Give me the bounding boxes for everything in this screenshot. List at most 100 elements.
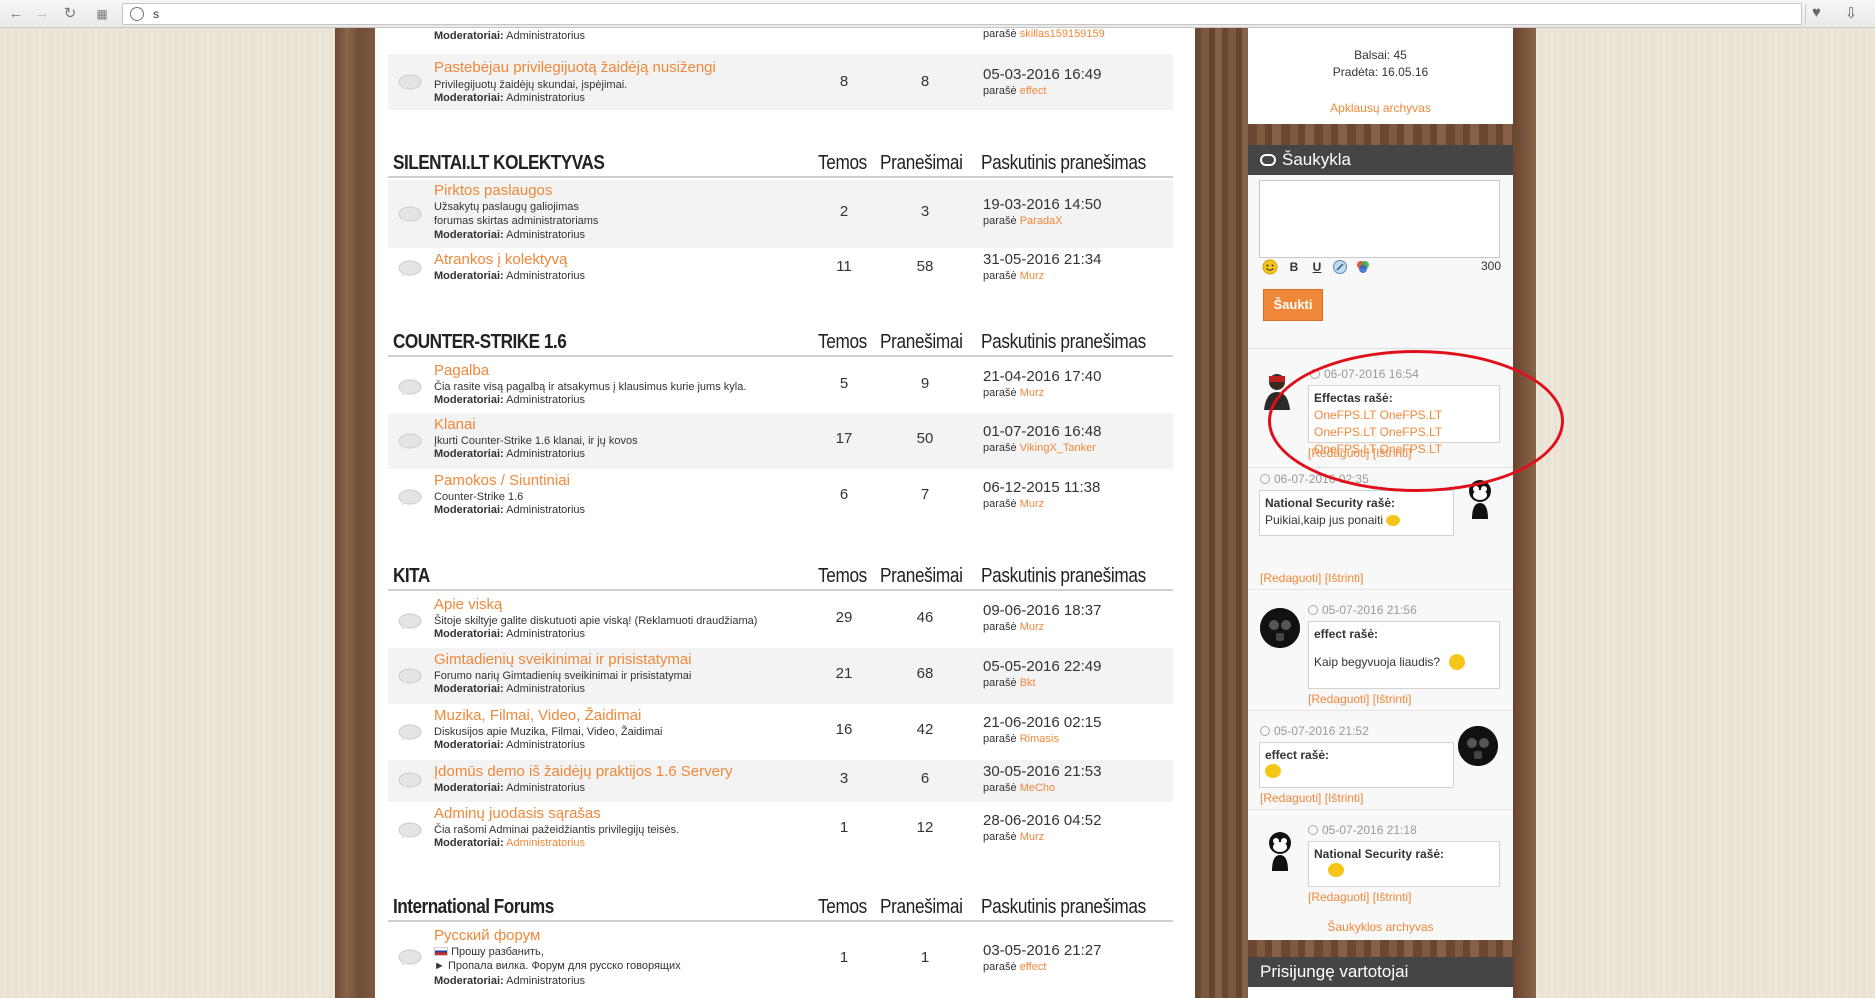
last-post-author: parašė skillas159159159 bbox=[983, 28, 1105, 40]
category-title: COUNTER-STRIKE 1.6 bbox=[393, 331, 567, 353]
last-post-author: parašė Murz bbox=[983, 498, 1045, 510]
topics-count: 3 bbox=[839, 770, 849, 787]
wood-border-middle bbox=[1195, 28, 1248, 998]
forum-row: Pirktos paslaugos Užsakytų paslaugų gali… bbox=[388, 180, 1173, 248]
col-last-post-header: Paskutinis pranešimas bbox=[981, 565, 1146, 587]
forum-title-link[interactable]: Русский форум bbox=[434, 927, 540, 944]
category-title: International Forums bbox=[393, 896, 554, 918]
bookmark-heart-icon[interactable]: ♥ bbox=[1805, 4, 1827, 24]
last-post-author: parašė MeCho bbox=[983, 782, 1056, 794]
wood-border-left bbox=[335, 28, 375, 998]
last-post-date: 19-03-2016 14:50 bbox=[983, 196, 1102, 213]
forum-moderators: Moderatoriai: Administratorius bbox=[434, 782, 585, 794]
topics-count: 2 bbox=[839, 203, 849, 220]
poll-box: Balsai: 45 Pradėta: 16.05.16 Apklausų ar… bbox=[1248, 28, 1513, 124]
last-post-author: parašė Murz bbox=[983, 621, 1045, 633]
topics-count: 29 bbox=[835, 609, 853, 626]
browser-toolbar: ← → ↻ ▦ s ♥ ⇩ bbox=[0, 0, 1875, 28]
forum-title-link[interactable]: Pamokos / Siuntiniai bbox=[434, 472, 570, 489]
color-picker-icon[interactable] bbox=[1355, 259, 1371, 275]
last-post-date: 09-06-2016 18:37 bbox=[983, 602, 1102, 619]
topics-count: 17 bbox=[835, 430, 853, 447]
forum-moderators: Moderatoriai: Administratorius bbox=[434, 504, 585, 516]
col-last-post-header: Paskutinis pranešimas bbox=[981, 331, 1146, 353]
divider bbox=[1248, 348, 1513, 349]
topics-count: 6 bbox=[839, 486, 849, 503]
col-topics-header: Temos bbox=[818, 565, 867, 587]
forum-row: Klanai Įkurti Counter-Strike 1.6 klanai,… bbox=[388, 413, 1173, 469]
category-title: KITA bbox=[393, 565, 430, 587]
forum-row: Apie viską Šitoje skiltyje galite diskut… bbox=[388, 593, 1173, 647]
col-posts-header: Pranešimai bbox=[880, 331, 963, 353]
download-icon[interactable]: ⇩ bbox=[1840, 4, 1862, 24]
underline-button[interactable]: U bbox=[1309, 259, 1325, 275]
shout-submit-button[interactable]: Šaukti bbox=[1263, 289, 1323, 321]
divider bbox=[1248, 809, 1513, 810]
forum-title-link[interactable]: Įdomūs demo iš žaidėjų praktijos 1.6 Ser… bbox=[434, 763, 732, 780]
category-header: KITA Temos Pranešimai Paskutinis praneši… bbox=[388, 557, 1173, 591]
shout-message: National Security rašė: bbox=[1308, 841, 1500, 887]
col-last-post-header: Paskutinis pranešimas bbox=[981, 896, 1146, 918]
forum-description: Counter-Strike 1.6 bbox=[434, 491, 524, 503]
forum-row: Įdomūs demo iš žaidėjų praktijos 1.6 Ser… bbox=[388, 760, 1173, 802]
forum-description: Užsakytų paslaugų galiojimas bbox=[434, 201, 579, 213]
forward-icon[interactable]: → bbox=[32, 4, 52, 24]
globe-icon bbox=[130, 7, 144, 21]
shout-archive-link[interactable]: Šaukyklos archyvas bbox=[1248, 920, 1513, 934]
forum-bubble-icon bbox=[398, 949, 422, 966]
forum-title-link[interactable]: Pirktos paslaugos bbox=[434, 182, 552, 199]
smiley-icon[interactable] bbox=[1262, 259, 1278, 275]
bold-button[interactable]: B bbox=[1286, 259, 1302, 275]
posts-count: 6 bbox=[920, 770, 930, 787]
poll-archive-link[interactable]: Apklausų archyvas bbox=[1248, 101, 1513, 115]
apps-icon[interactable]: ▦ bbox=[92, 4, 112, 24]
forum-title-link[interactable]: Apie viską bbox=[434, 596, 502, 613]
category-header: International Forums Temos Pranešimai Pa… bbox=[388, 888, 1173, 922]
forum-bubble-icon bbox=[398, 379, 422, 396]
address-bar[interactable]: s bbox=[122, 3, 1802, 25]
forum-title-link[interactable]: Gimtadienių sveikinimai ir prisistatymai bbox=[434, 651, 692, 668]
shout-date: 05-07-2016 21:52 bbox=[1260, 724, 1369, 738]
gasmask-avatar bbox=[1260, 608, 1300, 648]
last-post-date: 03-05-2016 21:27 bbox=[983, 942, 1102, 959]
last-post-author: parašė effect bbox=[983, 961, 1047, 973]
col-topics-header: Temos bbox=[818, 152, 867, 174]
topics-count: 21 bbox=[835, 665, 853, 682]
grin-emoji-icon bbox=[1386, 515, 1401, 526]
forum-description: Diskusijos apie Muzika, Filmai, Video, Ž… bbox=[434, 726, 663, 738]
forum-title-link[interactable]: Klanai bbox=[434, 416, 476, 433]
shout-message: effect rašė: bbox=[1259, 742, 1454, 788]
posts-count: 3 bbox=[920, 203, 930, 220]
last-post-author: parašė VikingX_Tanker bbox=[983, 442, 1096, 454]
last-post-author: parašė Murz bbox=[983, 387, 1045, 399]
posts-count: 50 bbox=[916, 430, 934, 447]
forum-bubble-icon bbox=[398, 772, 422, 789]
last-post-date: 05-03-2016 16:49 bbox=[983, 66, 1102, 83]
forum-description: Прошу разбанить, bbox=[434, 945, 544, 959]
col-topics-header: Temos bbox=[818, 331, 867, 353]
forum-row: Atrankos į kolektyvą Moderatoriai: Admin… bbox=[388, 248, 1173, 290]
forum-row: Gimtadienių sveikinimai ir prisistatymai… bbox=[388, 648, 1173, 704]
forum-title-link[interactable]: Pagalba bbox=[434, 362, 489, 379]
forum-row: Русский форум Прошу разбанить, ► Пропала… bbox=[388, 925, 1173, 995]
forum-moderators: Moderatoriai: Administratorius bbox=[434, 229, 585, 241]
col-last-post-header: Paskutinis pranešimas bbox=[981, 152, 1146, 174]
reload-icon[interactable]: ↻ bbox=[60, 4, 80, 24]
forum-title-link[interactable]: Adminų juodasis sąrašas bbox=[434, 805, 601, 822]
link-icon[interactable] bbox=[1332, 259, 1348, 275]
forum-title-link[interactable]: Atrankos į kolektyvą bbox=[434, 251, 567, 268]
forum-bubble-icon bbox=[398, 724, 422, 741]
posts-count: 68 bbox=[916, 665, 934, 682]
forum-title-link[interactable]: Muzika, Filmai, Video, Žaidimai bbox=[434, 707, 641, 724]
forum-title-link[interactable]: Pastebėjau privilegijuotą žaidėją nusiže… bbox=[434, 59, 716, 76]
shout-date: 05-07-2016 21:56 bbox=[1308, 603, 1417, 617]
forum-moderators: Moderatoriai: Administratorius bbox=[434, 837, 585, 849]
shout-textarea[interactable] bbox=[1259, 180, 1500, 258]
forum-description: Šitoje skiltyje galite diskutuoti apie v… bbox=[434, 615, 758, 627]
posts-count: 42 bbox=[916, 721, 934, 738]
topics-count: 8 bbox=[839, 73, 849, 90]
topics-count: 11 bbox=[836, 258, 852, 275]
posts-count: 8 bbox=[920, 73, 930, 90]
online-users-body bbox=[1248, 987, 1513, 998]
back-icon[interactable]: ← bbox=[6, 4, 26, 24]
